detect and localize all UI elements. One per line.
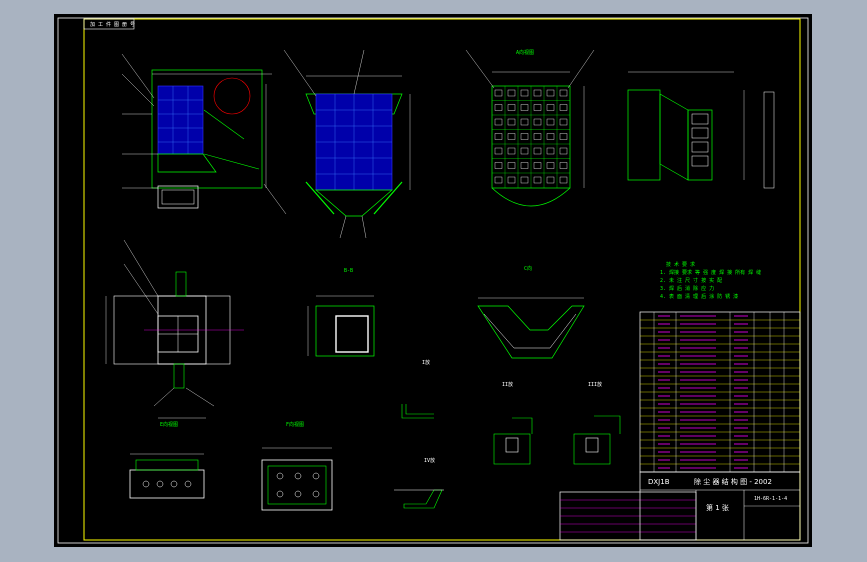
section-label-1: I放 xyxy=(422,359,430,366)
notes-heading: 技 术 要 求 xyxy=(666,261,695,268)
detail-sections xyxy=(394,404,621,509)
section-label-3: III放 xyxy=(588,381,602,388)
section-label-2: II放 xyxy=(502,381,513,388)
notes-line-3: 3. 焊 后 消 除 应 力 xyxy=(660,285,714,292)
view-a-direction: A向视图 xyxy=(465,49,595,207)
view-hopper-c: C向 xyxy=(477,265,585,359)
revision-block xyxy=(559,491,697,541)
notes-line-1: 1. 焊接 要求 等 强 度 焊 接 所有 焊 缝 xyxy=(660,269,761,276)
view-e-label: E向视图 xyxy=(160,421,178,428)
title-drawing-number: 1H-6R-1-1-4 xyxy=(754,496,787,502)
notes-line-4: 4. 表 面 清 理 后 涂 防 锈 漆 xyxy=(660,293,738,300)
title-sheet-label: 第 1 张 xyxy=(706,503,729,512)
view-f-direction: F向视图 xyxy=(261,421,333,511)
view-bb-label: B-B xyxy=(344,268,353,274)
corner-tag-text: 加 工 件 图 册 号 xyxy=(90,21,135,28)
notes-line-2: 2. 未 注 尺 寸 按 实 配 xyxy=(660,277,722,284)
view-front-elevation xyxy=(121,53,287,215)
view-a-label: A向视图 xyxy=(516,49,534,56)
view-c-label: C向 xyxy=(524,265,532,272)
view-right-side xyxy=(627,71,775,189)
title-project: 除 尘 器 结 构 图 - 2002 xyxy=(694,477,772,486)
technical-notes: 技 术 要 求 1. 焊接 要求 等 强 度 焊 接 所有 焊 缝 2. 未 注… xyxy=(660,261,761,300)
view-e-direction: E向视图 xyxy=(129,421,205,499)
cad-drawing-canvas: 加 工 件 图 册 号 A向视图 B-B C向 技 术 要 求 1. 焊接 要求… xyxy=(57,17,809,544)
title-company: DXJ1B xyxy=(648,478,670,486)
title-block: DXJ1B 除 尘 器 结 构 图 - 2002 1H-6R-1-1-4 第 1… xyxy=(639,471,801,541)
view-section-bb: B-B xyxy=(307,268,375,357)
view-plan xyxy=(105,239,244,419)
section-label-4: IV放 xyxy=(424,457,435,464)
view-side-elevation xyxy=(283,49,411,239)
view-f-label: F向视图 xyxy=(286,421,304,428)
parts-list-table xyxy=(639,311,801,473)
drawing-sheet: 加 工 件 图 册 号 A向视图 B-B C向 技 术 要 求 1. 焊接 要求… xyxy=(54,14,812,547)
